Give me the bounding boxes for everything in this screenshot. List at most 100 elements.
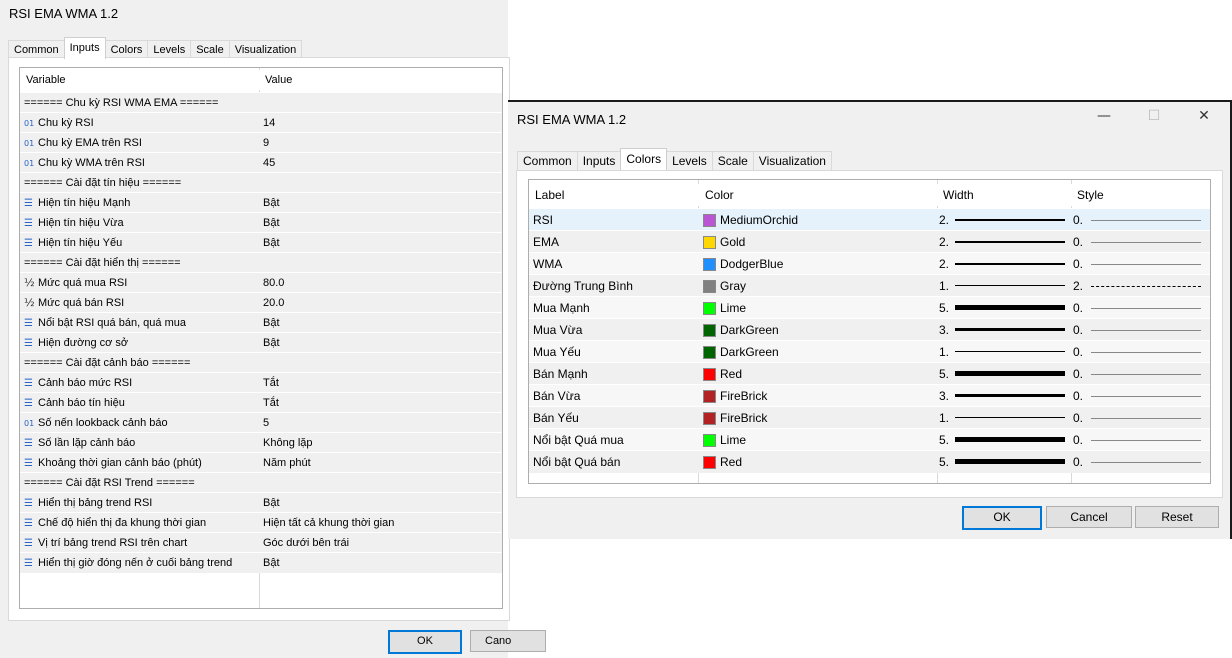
column-header-label[interactable]: Label (535, 184, 564, 206)
color-swatch[interactable] (703, 302, 716, 316)
style-cell[interactable]: 0. (1073, 209, 1203, 231)
table-row[interactable]: ½ Mức quá mua RSI 80.0 (20, 272, 502, 293)
width-cell[interactable]: 3. (939, 385, 1069, 407)
table-row[interactable]: WMA DodgerBlue 2. 0. (529, 252, 1210, 275)
width-cell[interactable]: 2. (939, 253, 1069, 275)
style-cell[interactable]: 0. (1073, 231, 1203, 253)
tab-inputs[interactable]: Inputs (63, 37, 106, 59)
value-cell[interactable]: Hiện tất cả khung thời gian (263, 513, 499, 533)
style-cell[interactable]: 0. (1073, 451, 1203, 473)
tab-levels[interactable]: Levels (666, 151, 713, 170)
ok-button[interactable]: OK (962, 506, 1042, 530)
table-row[interactable]: ☰ Vị trí bảng trend RSI trên chart Góc dướ… (20, 532, 502, 553)
color-cell[interactable]: Lime (703, 429, 933, 451)
style-cell[interactable]: 2. (1073, 275, 1203, 297)
tab-colors[interactable]: Colors (620, 148, 668, 170)
table-row[interactable]: Mua Mạnh Lime 5. 0. (529, 296, 1210, 319)
value-cell[interactable] (263, 253, 499, 273)
column-header-color[interactable]: Color (705, 184, 734, 206)
color-swatch[interactable] (703, 258, 716, 272)
width-cell[interactable]: 2. (939, 209, 1069, 231)
cancel-button[interactable]: Cancel (1046, 506, 1132, 528)
table-row[interactable]: EMA Gold 2. 0. (529, 230, 1210, 253)
table-row[interactable]: ☰ Chế độ hiển thị đa khung thời gian Hiện … (20, 512, 502, 533)
color-cell[interactable]: MediumOrchid (703, 209, 933, 231)
value-cell[interactable] (263, 93, 499, 113)
table-row[interactable]: ====== Cài đặt hiển thị ====== (20, 252, 502, 273)
width-cell[interactable]: 3. (939, 319, 1069, 341)
table-row[interactable]: Nổi bật Quá mua Lime 5. 0. (529, 428, 1210, 451)
style-cell[interactable]: 0. (1073, 407, 1203, 429)
color-swatch[interactable] (703, 346, 716, 360)
table-row[interactable]: 01 Chu kỳ WMA trên RSI 45 (20, 152, 502, 173)
value-cell[interactable]: Bật (263, 193, 499, 213)
color-cell[interactable]: Red (703, 363, 933, 385)
table-row[interactable]: Bán Yếu FireBrick 1. 0. (529, 406, 1210, 429)
table-row[interactable]: ☰ Hiển thị bảng trend RSI Bật (20, 492, 502, 513)
close-icon[interactable]: ✕ (1194, 108, 1214, 124)
table-row[interactable]: 01 Chu kỳ RSI 14 (20, 112, 502, 133)
reset-button[interactable]: Reset (1135, 506, 1219, 528)
column-header-style[interactable]: Style (1077, 184, 1104, 206)
style-cell[interactable]: 0. (1073, 297, 1203, 319)
ok-button[interactable]: OK (388, 630, 462, 654)
color-swatch[interactable] (703, 390, 716, 404)
table-row[interactable]: ☰ Nổi bật RSI quá bán, quá mua Bật (20, 312, 502, 333)
value-cell[interactable]: Bật (263, 333, 499, 353)
color-cell[interactable]: Gray (703, 275, 933, 297)
value-cell[interactable]: 14 (263, 113, 499, 133)
table-row[interactable]: Nổi bật Quá bán Red 5. 0. (529, 450, 1210, 473)
style-cell[interactable]: 0. (1073, 429, 1203, 451)
value-cell[interactable]: Bật (263, 553, 499, 573)
width-cell[interactable]: 1. (939, 407, 1069, 429)
table-row[interactable]: ====== Chu kỳ RSI WMA EMA ====== (20, 92, 502, 113)
value-cell[interactable]: Bật (263, 493, 499, 513)
table-row[interactable]: ====== Cài đặt tín hiệu ====== (20, 172, 502, 193)
tab-inputs[interactable]: Inputs (576, 151, 622, 170)
value-cell[interactable]: Năm phút (263, 453, 499, 473)
maximize-icon[interactable]: ☐ (1144, 108, 1164, 124)
table-row[interactable]: Bán Vừa FireBrick 3. 0. (529, 384, 1210, 407)
table-row[interactable]: Mua Yếu DarkGreen 1. 0. (529, 340, 1210, 363)
color-cell[interactable]: Red (703, 451, 933, 473)
value-cell[interactable]: Tắt (263, 373, 499, 393)
table-row[interactable]: ½ Mức quá bán RSI 20.0 (20, 292, 502, 313)
table-row[interactable]: ☰ Khoảng thời gian cảnh báo (phút) Năm phú… (20, 452, 502, 473)
style-cell[interactable]: 0. (1073, 341, 1203, 363)
color-cell[interactable]: FireBrick (703, 407, 933, 429)
style-cell[interactable]: 0. (1073, 385, 1203, 407)
color-cell[interactable]: Gold (703, 231, 933, 253)
minimize-icon[interactable]: — (1094, 108, 1114, 124)
table-row[interactable]: ====== Cài đặt RSI Trend ====== (20, 472, 502, 493)
color-swatch[interactable] (703, 456, 716, 470)
value-cell[interactable] (263, 473, 499, 493)
color-swatch[interactable] (703, 214, 716, 228)
value-cell[interactable]: Bật (263, 313, 499, 333)
table-row[interactable]: ☰ Hiện đường cơ sở Bật (20, 332, 502, 353)
value-cell[interactable] (263, 173, 499, 193)
width-cell[interactable]: 5. (939, 429, 1069, 451)
table-row[interactable]: ☰ Hiện tín hiệu Mạnh Bật (20, 192, 502, 213)
color-swatch[interactable] (703, 280, 716, 294)
color-cell[interactable]: Lime (703, 297, 933, 319)
table-row[interactable]: Đường Trung Bình Gray 1. 2. (529, 274, 1210, 297)
table-row[interactable]: ☰ Cảnh báo tín hiệu Tắt (20, 392, 502, 413)
tab-visualization[interactable]: Visualization (752, 151, 832, 170)
value-cell[interactable]: Góc dưới bên trái (263, 533, 499, 553)
style-cell[interactable]: 0. (1073, 363, 1203, 385)
tab-scale[interactable]: Scale (711, 151, 754, 170)
value-cell[interactable]: 20.0 (263, 293, 499, 313)
color-cell[interactable]: DodgerBlue (703, 253, 933, 275)
cancel-button[interactable]: Cano (470, 630, 546, 652)
column-header-width[interactable]: Width (943, 184, 974, 206)
table-row[interactable]: ☰ Số lần lặp cảnh báo Không lặp (20, 432, 502, 453)
value-cell[interactable]: 9 (263, 133, 499, 153)
table-row[interactable]: 01 Số nến lookback cảnh báo 5 (20, 412, 502, 433)
color-cell[interactable]: DarkGreen (703, 341, 933, 363)
color-cell[interactable]: DarkGreen (703, 319, 933, 341)
color-swatch[interactable] (703, 236, 716, 250)
value-cell[interactable] (263, 353, 499, 373)
value-cell[interactable]: 5 (263, 413, 499, 433)
table-row[interactable]: ☰ Hiện tín hiệu Yếu Bật (20, 232, 502, 253)
value-cell[interactable]: Tắt (263, 393, 499, 413)
